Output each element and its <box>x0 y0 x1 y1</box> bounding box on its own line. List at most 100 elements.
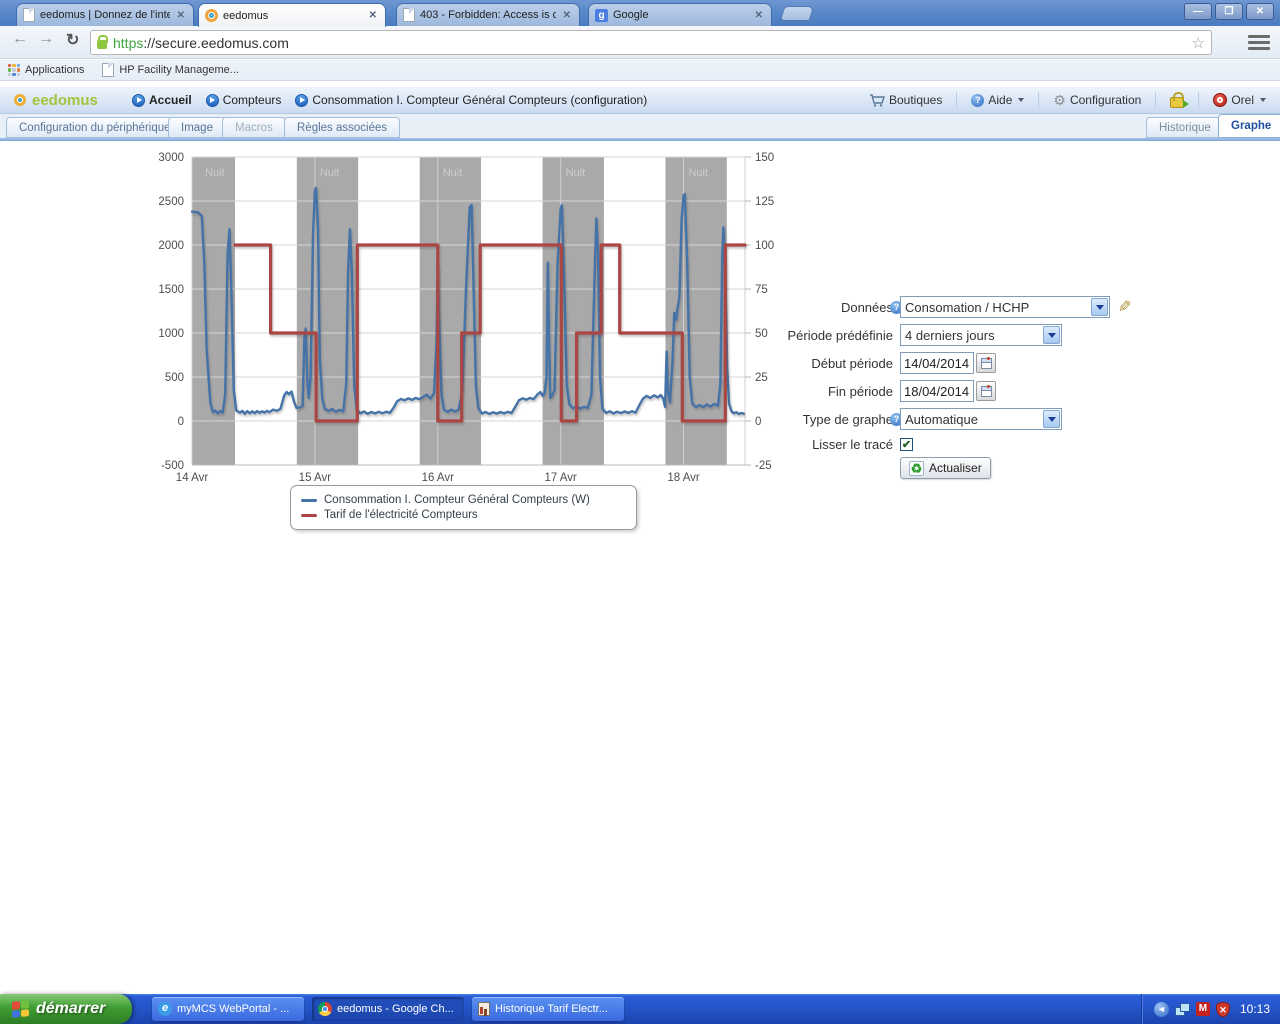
svg-text:Nuit: Nuit <box>320 167 340 179</box>
svg-text:17 Avr: 17 Avr <box>544 472 577 484</box>
ssl-lock-icon[interactable] <box>97 40 107 49</box>
address-bar[interactable]: https://secure.eedomus.com ☆ <box>90 30 1212 55</box>
configuration-link[interactable]: ⚙ Configuration <box>1049 93 1145 107</box>
bookmark-hp-facility[interactable]: HP Facility Manageme... <box>102 63 239 77</box>
arrow-circle-icon <box>206 94 219 107</box>
svg-text:Nuit: Nuit <box>443 167 463 179</box>
chevron-down-icon <box>1018 98 1024 102</box>
aide-menu[interactable]: ? Aide <box>967 93 1028 107</box>
session-lock-button[interactable] <box>1166 92 1188 108</box>
svg-text:1000: 1000 <box>158 328 184 340</box>
chevron-down-icon <box>1260 98 1266 102</box>
breadcrumb-accueil[interactable]: Accueil <box>132 93 192 107</box>
close-icon[interactable]: ✕ <box>753 10 765 21</box>
internet-explorer-icon: e <box>158 1002 172 1016</box>
mcafee-icon[interactable]: M <box>1196 1002 1210 1016</box>
lisser-checkbox[interactable]: ✔ <box>900 438 913 451</box>
eedomus-logo[interactable]: eedomus <box>14 92 114 109</box>
window-controls: — ❐ ✕ <box>1184 3 1274 20</box>
breadcrumb-device[interactable]: Consommation I. Compteur Général Compteu… <box>295 93 647 107</box>
taskbar-button-mymcs[interactable]: e myMCS WebPortal - ... <box>152 997 304 1021</box>
tab-title: Google <box>613 9 748 21</box>
browser-tab-1[interactable]: eedomus | Donnez de l'intelli ✕ <box>16 3 194 26</box>
form-row-periode: Période prédéfinie 4 derniers jours <box>780 324 1062 346</box>
header-right: Boutiques ? Aide ⚙ Configuration Orel <box>865 92 1270 108</box>
form-row-debut: Début période <box>780 352 996 374</box>
edit-pencil-icon[interactable]: ✎ <box>1118 297 1131 317</box>
gear-icon: ⚙ <box>1053 94 1066 107</box>
arrow-circle-icon <box>295 94 308 107</box>
svg-text:0: 0 <box>755 416 761 428</box>
browser-tab-2-active[interactable]: eedomus ✕ <box>198 3 386 27</box>
graph-settings-panel: Données ? Consomation / HCHP ✎ Période p… <box>780 290 1150 490</box>
tab-graphe[interactable]: Graphe <box>1218 114 1280 138</box>
content-area: NuitNuitNuitNuitNuit30002500200015001000… <box>0 141 1280 994</box>
eedomus-logo-text: eedomus <box>32 92 98 109</box>
tab-regles-associees[interactable]: Règles associées <box>284 117 400 138</box>
form-row-lisser: Lisser le tracé ✔ <box>780 437 913 452</box>
page-icon <box>23 8 35 22</box>
tray-collapse-icon[interactable]: ◄ <box>1154 1002 1169 1017</box>
legend-swatch-blue <box>301 499 317 502</box>
tab-macros: Macros <box>222 117 286 138</box>
calendar-button[interactable] <box>976 381 996 401</box>
browser-tab-3[interactable]: 403 - Forbidden: Access is d ✕ <box>396 3 580 26</box>
network-icon[interactable] <box>1175 1003 1190 1015</box>
svg-text:Nuit: Nuit <box>566 167 586 179</box>
taskbar-button-eedomus[interactable]: eedomus - Google Ch... <box>312 997 464 1021</box>
close-icon[interactable]: ✕ <box>367 10 379 21</box>
refresh-icon[interactable]: ↻ <box>66 30 79 50</box>
chart-legend: Consommation I. Compteur Général Compteu… <box>290 485 637 530</box>
tab-configuration-peripherique[interactable]: Configuration du périphérique <box>6 117 184 138</box>
forward-icon[interactable]: → <box>38 30 54 48</box>
tab-historique[interactable]: Historique <box>1146 117 1224 138</box>
restore-button[interactable]: ❐ <box>1215 3 1243 20</box>
bookmark-star-icon[interactable]: ☆ <box>1192 34 1205 52</box>
start-button[interactable]: démarrer <box>0 994 132 1024</box>
system-tray: ◄ M ✕ 10:13 <box>1141 994 1280 1024</box>
breadcrumb-compteurs[interactable]: Compteurs <box>206 93 282 107</box>
close-button[interactable]: ✕ <box>1246 3 1274 20</box>
svg-text:14 Avr: 14 Avr <box>176 472 209 484</box>
fin-date-input[interactable] <box>900 380 974 402</box>
form-row-actualiser: ♻ Actualiser <box>780 457 991 479</box>
site-header: eedomus Accueil Compteurs Consommation I… <box>0 87 1280 114</box>
svg-text:3000: 3000 <box>158 152 184 164</box>
donnees-select[interactable]: Consomation / HCHP <box>900 296 1110 318</box>
close-icon[interactable]: ✕ <box>175 10 187 21</box>
url-text[interactable]: https://secure.eedomus.com <box>113 35 289 51</box>
actualiser-button[interactable]: ♻ Actualiser <box>900 457 991 479</box>
type-graphe-select[interactable]: Automatique <box>900 408 1062 430</box>
debut-date-input[interactable] <box>900 352 974 374</box>
svg-text:Nuit: Nuit <box>205 167 225 179</box>
boutiques-link[interactable]: Boutiques <box>865 93 946 107</box>
periode-select[interactable]: 4 derniers jours <box>900 324 1062 346</box>
close-icon[interactable]: ✕ <box>561 10 573 21</box>
taskbar-button-historique[interactable]: Historique Tarif Electr... <box>472 997 624 1021</box>
chrome-menu-icon[interactable] <box>1248 35 1270 50</box>
tab-image[interactable]: Image <box>168 117 226 138</box>
bookmark-applications[interactable]: Applications <box>8 64 84 76</box>
tab-title: eedomus | Donnez de l'intelli <box>40 9 170 21</box>
eedomus-icon <box>205 9 218 22</box>
form-row-fin: Fin période <box>780 380 996 402</box>
lisser-label: Lisser le tracé <box>780 437 893 452</box>
svg-text:18 Avr: 18 Avr <box>667 472 700 484</box>
svg-text:2000: 2000 <box>158 240 184 252</box>
calendar-icon <box>981 386 992 397</box>
legend-item-tarif[interactable]: Tarif de l'électricité Compteurs <box>301 509 626 521</box>
svg-text:-25: -25 <box>755 460 772 472</box>
minimize-button[interactable]: — <box>1184 3 1212 20</box>
calendar-button[interactable] <box>976 353 996 373</box>
page-icon <box>403 8 415 22</box>
svg-text:150: 150 <box>755 152 774 164</box>
user-menu[interactable]: Orel <box>1209 93 1270 107</box>
browser-tab-4[interactable]: g Google ✕ <box>588 3 772 26</box>
legend-item-consommation[interactable]: Consommation I. Compteur Général Compteu… <box>301 494 626 506</box>
back-icon[interactable]: ← <box>12 30 28 48</box>
lock-icon <box>1170 97 1184 108</box>
chevron-down-icon <box>1043 326 1060 344</box>
security-shield-icon[interactable]: ✕ <box>1216 1002 1230 1017</box>
new-tab-button[interactable] <box>780 6 815 21</box>
cart-icon <box>869 94 885 107</box>
